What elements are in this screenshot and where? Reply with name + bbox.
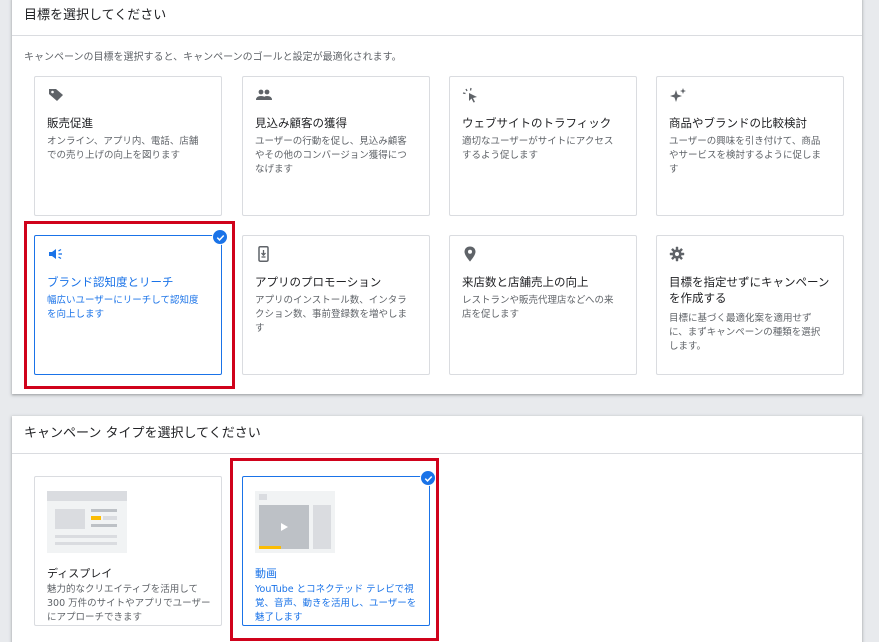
goal-card-title: アプリのプロモーション	[255, 275, 382, 289]
people-icon	[256, 89, 272, 100]
goal-card-title: 商品やブランドの比較検討	[669, 116, 807, 130]
goal-card-title: 見込み顧客の獲得	[255, 116, 347, 130]
type-card-video[interactable]: 動画 YouTube とコネクテッド テレビで視覚、音声、動きを活用し、ユーザー…	[242, 470, 436, 626]
speaker-icon	[49, 248, 62, 260]
goal-card-title: 目標を指定せずにキャンペーンを作成する	[669, 275, 830, 305]
goal-card-consideration[interactable]: 商品やブランドの比較検討 ユーザーの興味を引き付けて、商品やサービスを検討するよ…	[656, 76, 844, 216]
click-sparkle-icon	[462, 87, 477, 103]
tag-icon	[49, 89, 63, 101]
goal-panel-subtitle: キャンペーンの目標を選択すると、キャンペーンのゴールと設定が最適化されます。	[24, 52, 402, 63]
goal-card-traffic[interactable]: ウェブサイトのトラフィック 適切なユーザーがサイトにアクセスするよう促します	[449, 76, 637, 216]
type-card-desc: 魅力的なクリエイティブを活用して 300 万件のサイトやアプリでユーザーにアプロ…	[47, 584, 211, 623]
goal-card-title: ウェブサイトのトラフィック	[462, 116, 612, 130]
goal-card-desc: 適切なユーザーがサイトにアクセスするよう促します	[462, 136, 614, 161]
goal-card-desc: ユーザーの興味を引き付けて、商品やサービスを検討するように促します	[669, 136, 822, 175]
phone-download-icon	[258, 246, 269, 262]
selected-check-icon	[212, 229, 228, 245]
goal-card-app-promotion[interactable]: アプリのプロモーション アプリのインストール数、インタラクション数、事前登録数を…	[242, 235, 430, 375]
goal-card-title: 販売促進	[47, 116, 93, 130]
type-card-desc: YouTube とコネクテッド テレビで視覚、音声、動きを活用し、ユーザーを魅了…	[255, 584, 417, 623]
goal-panel: 目標を選択してください キャンペーンの目標を選択すると、キャンペーンのゴールと設…	[12, 0, 862, 394]
goal-card-desc: 幅広いユーザーにリーチして認知度を向上します	[47, 295, 199, 320]
location-pin-icon	[464, 246, 476, 262]
goal-card-desc: ユーザーの行動を促し、見込み顧客やその他のコンバージョン獲得につなげます	[255, 136, 407, 175]
goal-card-store-visits[interactable]: 来店数と店舗売上の向上 レストランや販売代理店などへの来店を促します	[449, 235, 637, 375]
goal-card-no-goal[interactable]: 目標を指定せずにキャンペーンを作成する 目標に基づく最適化案を適用せずに、まずキ…	[656, 235, 844, 375]
campaign-type-panel: キャンペーン タイプを選択してください ディスプレイ 魅力的なクリエイティブを活…	[12, 416, 862, 642]
type-card-display[interactable]: ディスプレイ 魅力的なクリエイティブを活用して 300 万件のサイトやアプリでユ…	[34, 476, 222, 626]
goal-card-title: 来店数と店舗売上の向上	[462, 275, 589, 289]
type-card-title: ディスプレイ	[47, 567, 113, 580]
goal-card-desc: オンライン、アプリ内、電話、店舗での売り上げの向上を図ります	[47, 136, 199, 161]
selected-check-icon	[420, 470, 436, 486]
display-ad-illustration	[47, 491, 127, 553]
goal-card-title: ブランド認知度とリーチ	[47, 275, 174, 289]
campaign-type-panel-title: キャンペーン タイプを選択してください	[12, 416, 862, 454]
type-card-title: 動画	[255, 567, 277, 580]
sparkle-icon	[670, 88, 686, 102]
goal-card-brand-awareness[interactable]: ブランド認知度とリーチ 幅広いユーザーにリーチして認知度を向上します	[34, 229, 228, 375]
goal-card-leads[interactable]: 見込み顧客の獲得 ユーザーの行動を促し、見込み顧客やその他のコンバージョン獲得に…	[242, 76, 430, 216]
video-ad-illustration	[255, 491, 335, 553]
goal-card-sales[interactable]: 販売促進 オンライン、アプリ内、電話、店舗での売り上げの向上を図ります	[34, 76, 222, 216]
goal-panel-title: 目標を選択してください	[12, 0, 862, 36]
goal-card-desc: レストランや販売代理店などへの来店を促します	[462, 295, 614, 320]
goal-card-desc: 目標に基づく最適化案を適用せずに、まずキャンペーンの種類を選択します。	[669, 313, 821, 352]
gear-icon	[669, 246, 685, 262]
goal-card-desc: アプリのインストール数、インタラクション数、事前登録数を増やします	[255, 295, 408, 334]
